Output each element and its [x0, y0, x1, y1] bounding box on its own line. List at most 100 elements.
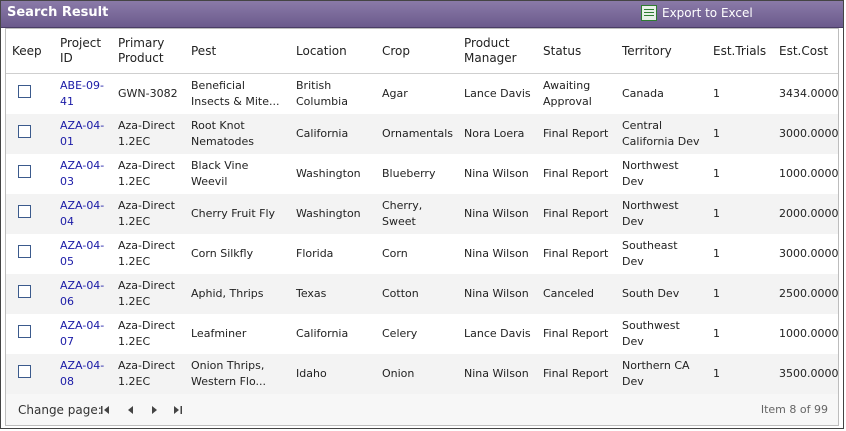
keep-checkbox[interactable]	[18, 125, 31, 138]
est-trials-cell: 1	[713, 327, 720, 340]
est-trials-cell: 1	[707, 354, 773, 394]
est-trials-cell: 1	[713, 87, 720, 100]
keep-checkbox[interactable]	[18, 165, 31, 178]
project-id-link[interactable]: AZA-04-04	[60, 199, 104, 228]
project-id-link[interactable]: AZA-04-01	[60, 119, 104, 148]
table-row: AZA-04-04 Aza-Direct 1.2EC Cherry Fruit …	[6, 194, 839, 234]
location-cell: Idaho	[290, 354, 376, 394]
project-id-link[interactable]: AZA-04-06	[60, 279, 104, 308]
next-page-icon[interactable]	[149, 404, 159, 416]
column-header-product-manager[interactable]: Product Manager	[458, 29, 537, 74]
primary-product-cell: Aza-Direct 1.2EC	[112, 354, 185, 394]
location-cell: Texas	[290, 274, 376, 314]
keep-checkbox[interactable]	[18, 285, 31, 298]
pest-cell: Beneficial Insects & Mite...	[191, 79, 280, 108]
crop-cell: Celery	[382, 327, 418, 340]
project-id-link[interactable]: AZA-04-03	[60, 159, 104, 188]
product-manager-cell: Nina Wilson	[458, 194, 537, 234]
table-row: AZA-04-06 Aza-Direct 1.2EC Aphid, Thrips…	[6, 274, 839, 314]
status-cell: Final Report	[537, 194, 616, 234]
est-cost-cell: 2500.0000	[773, 274, 839, 314]
crop-cell: Agar	[382, 87, 408, 100]
column-header-status[interactable]: Status	[537, 29, 616, 74]
keep-checkbox[interactable]	[18, 325, 31, 338]
column-header-est-cost[interactable]: Est.Cost	[773, 29, 838, 74]
est-cost-cell: 2000.0000	[773, 194, 839, 234]
product-manager-cell: Nina Wilson	[464, 247, 529, 260]
keep-checkbox[interactable]	[18, 205, 31, 218]
pest-cell: Corn Silkfly	[191, 247, 254, 260]
column-header-keep[interactable]: Keep	[6, 29, 54, 74]
product-manager-cell: Nina Wilson	[458, 354, 537, 394]
est-cost-cell: 3000.0000	[773, 114, 839, 154]
table-row: AZA-04-05 Aza-Direct 1.2EC Corn Silkfly …	[6, 234, 839, 274]
project-id-link[interactable]: AZA-04-07	[60, 319, 104, 348]
product-manager-cell: Lance Davis	[464, 87, 531, 100]
project-id-link[interactable]: AZA-04-05	[60, 239, 104, 268]
status-cell: Final Report	[537, 354, 616, 394]
excel-icon	[641, 5, 657, 21]
primary-product-cell: Aza-Direct 1.2EC	[112, 194, 185, 234]
header-row: Keep Project ID Primary Product Pest Loc…	[6, 29, 838, 74]
pest-cell: Leafminer	[191, 327, 247, 340]
est-trials-cell: 1	[713, 247, 720, 260]
territory-cell: Northwest Dev	[622, 159, 679, 188]
project-id-link[interactable]: AZA-04-08	[60, 359, 104, 388]
est-trials-cell: 1	[707, 194, 773, 234]
last-page-icon[interactable]	[173, 404, 183, 416]
territory-cell: South Dev	[616, 274, 707, 314]
search-result-window: Search Result Export to Excel Keep Proje…	[0, 0, 844, 429]
first-page-icon[interactable]	[100, 404, 110, 416]
table-row: AZA-04-07 Aza-Direct 1.2EC Leafminer Cal…	[6, 314, 839, 354]
territory-cell: Northern CA Dev	[616, 354, 707, 394]
crop-cell: Corn	[382, 247, 408, 260]
est-trials-cell: 1	[707, 274, 773, 314]
crop-cell: Onion	[376, 354, 458, 394]
product-manager-cell: Nina Wilson	[458, 274, 537, 314]
column-header-est-trials[interactable]: Est.Trials	[707, 29, 773, 74]
export-label: Export to Excel	[662, 6, 753, 20]
est-cost-cell: 3500.0000	[773, 354, 839, 394]
primary-product-cell: Aza-Direct 1.2EC	[118, 159, 175, 188]
location-cell: Washington	[290, 194, 376, 234]
pest-cell: Cherry Fruit Fly	[185, 194, 290, 234]
column-header-location[interactable]: Location	[290, 29, 376, 74]
column-header-pest[interactable]: Pest	[185, 29, 290, 74]
crop-cell: Cherry, Sweet	[376, 194, 458, 234]
keep-checkbox[interactable]	[18, 85, 31, 98]
window-title: Search Result	[7, 5, 109, 20]
change-page-label: Change page:	[18, 403, 102, 417]
project-id-link[interactable]: ABE-09-41	[60, 79, 104, 108]
title-bar: Search Result Export to Excel	[1, 1, 843, 28]
column-header-territory[interactable]: Territory	[616, 29, 707, 74]
est-cost-cell: 3434.0000	[779, 87, 839, 100]
keep-checkbox[interactable]	[18, 365, 31, 378]
pest-cell: Root Knot Nematodes	[185, 114, 290, 154]
location-cell: Florida	[296, 247, 334, 260]
product-manager-cell: Lance Davis	[464, 327, 531, 340]
table-row: AZA-04-08 Aza-Direct 1.2EC Onion Thrips,…	[6, 354, 839, 394]
column-header-primary-product[interactable]: Primary Product	[112, 29, 185, 74]
table-row: ABE-09-41 GWN-3082 Beneficial Insects & …	[6, 74, 839, 115]
export-to-excel-button[interactable]: Export to Excel	[641, 5, 753, 21]
location-cell: California	[290, 114, 376, 154]
pest-cell: Black Vine Weevil	[191, 159, 249, 188]
territory-cell: Northwest Dev	[616, 194, 707, 234]
column-header-crop[interactable]: Crop	[376, 29, 458, 74]
previous-page-icon[interactable]	[126, 404, 136, 416]
item-count: Item 8 of 99	[760, 403, 828, 416]
primary-product-cell: Aza-Direct 1.2EC	[112, 274, 185, 314]
status-cell: Canceled	[537, 274, 616, 314]
pest-cell: Aphid, Thrips	[185, 274, 290, 314]
column-header-project-id[interactable]: Project ID	[54, 29, 112, 74]
territory-cell: Southwest Dev	[622, 319, 680, 348]
keep-checkbox[interactable]	[18, 245, 31, 258]
crop-cell: Cotton	[376, 274, 458, 314]
est-cost-cell: 1000.0000	[779, 327, 839, 340]
primary-product-cell: Aza-Direct 1.2EC	[112, 114, 185, 154]
primary-product-cell: Aza-Direct 1.2EC	[118, 239, 175, 268]
status-cell: Final Report	[543, 167, 609, 180]
product-manager-cell: Nina Wilson	[464, 167, 529, 180]
est-cost-cell: 3000.0000	[779, 247, 839, 260]
territory-cell: Canada	[622, 87, 664, 100]
